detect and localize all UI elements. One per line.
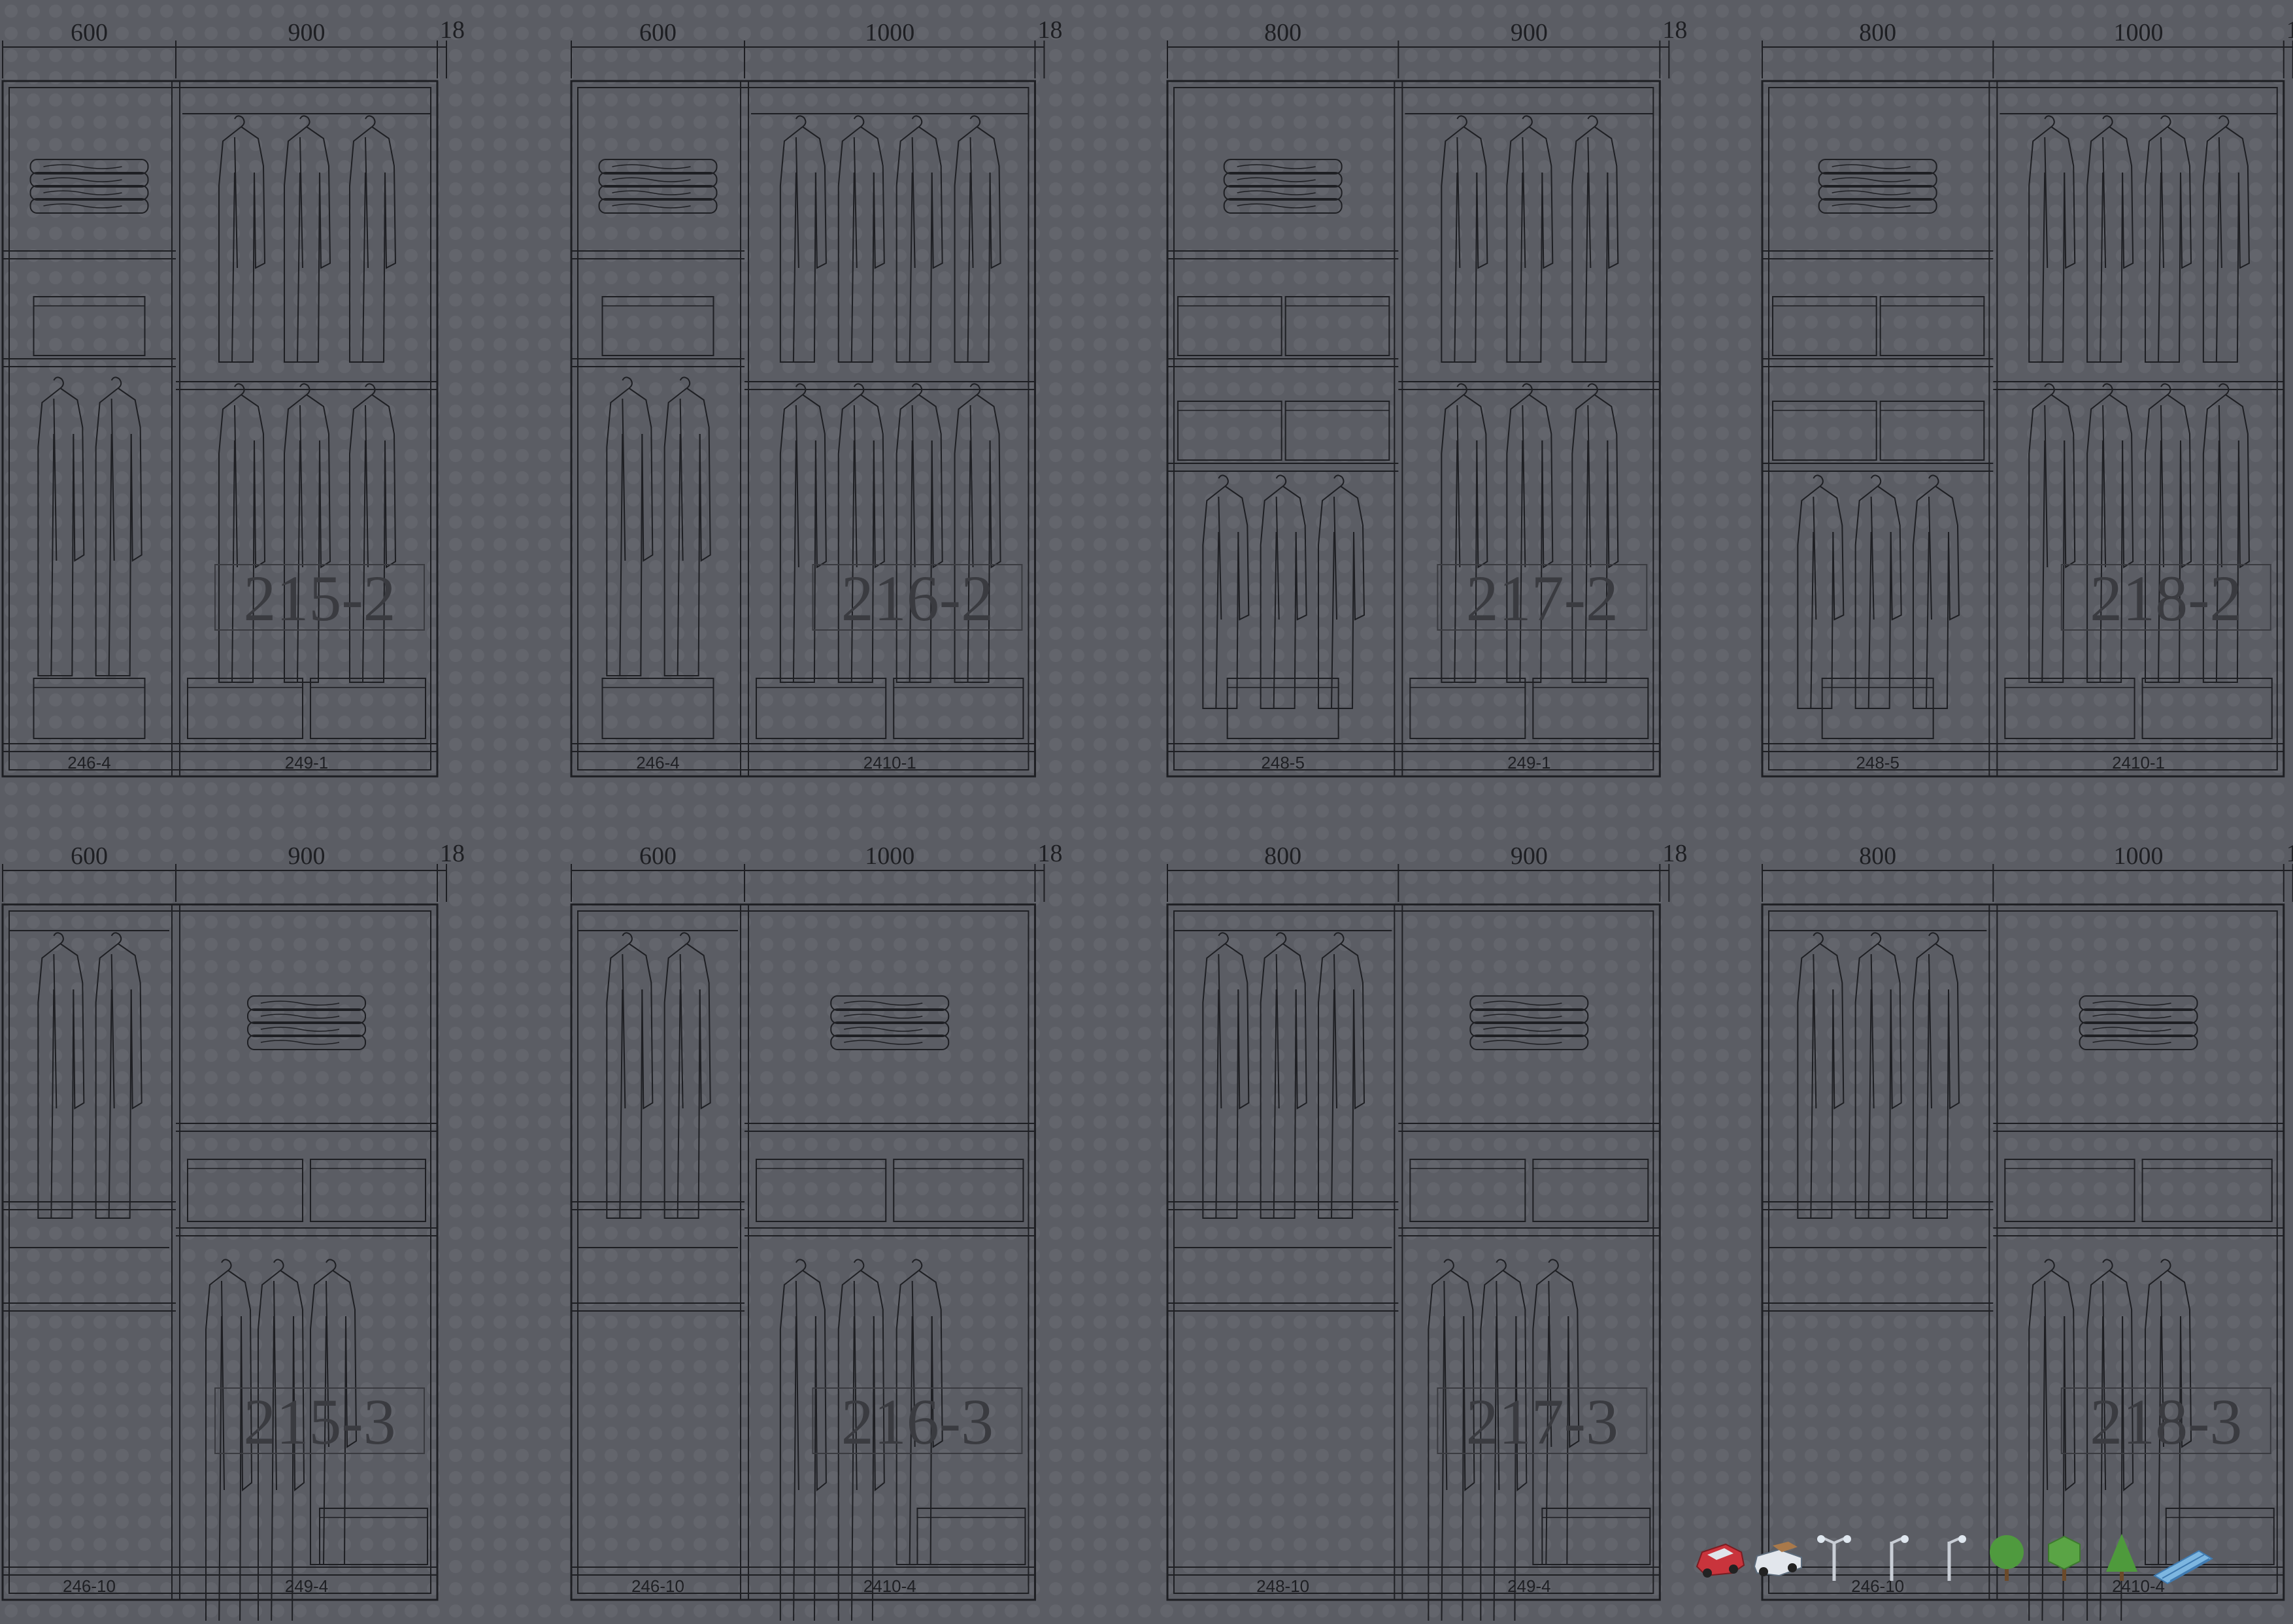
right-width-dimension: 1000: [2114, 19, 2164, 46]
left-width-dimension: 600: [71, 842, 108, 870]
model-label: 215-3: [214, 1385, 425, 1458]
left-width-dimension: 600: [639, 842, 677, 870]
model-label: 216-2: [812, 562, 1023, 635]
left-width-dimension: 800: [1264, 19, 1301, 46]
left-section-code: 246-4: [67, 753, 111, 772]
model-number: 216-3: [841, 1385, 994, 1458]
right-section-code: 249-4: [1507, 1576, 1551, 1596]
model-label: 217-3: [1437, 1385, 1648, 1458]
panel-thickness-dimension: 18: [2286, 16, 2293, 44]
left-width-dimension: 800: [1859, 19, 1896, 46]
model-number: 217-2: [1466, 562, 1618, 635]
right-section-code: 2410-4: [863, 1576, 916, 1596]
right-section-code: 249-4: [285, 1576, 329, 1596]
right-width-dimension: 900: [1511, 19, 1548, 46]
panel-thickness-dimension: 18: [1662, 840, 1687, 867]
left-section-code: 246-10: [1851, 1576, 1904, 1596]
left-width-dimension: 800: [1859, 842, 1896, 870]
panel-thickness-dimension: 18: [1662, 16, 1687, 44]
model-number: 215-2: [243, 562, 395, 635]
panel-thickness-dimension: 18: [440, 840, 465, 867]
right-width-dimension: 900: [288, 842, 326, 870]
left-section-code: 246-4: [636, 753, 680, 772]
model-label: 217-2: [1437, 562, 1648, 635]
left-section-code: 248-5: [1261, 753, 1305, 772]
panel-thickness-dimension: 18: [1037, 840, 1062, 867]
wardrobe-elevation-sheet: 600 900 18 246-4 249-1 215-2 600 1000 18 246-4 241…: [0, 0, 2293, 1624]
left-width-dimension: 600: [639, 19, 677, 46]
right-width-dimension: 1000: [2114, 842, 2164, 870]
panel-thickness-dimension: 18: [2286, 840, 2293, 867]
left-section-code: 246-10: [63, 1576, 116, 1596]
left-section-code: 248-5: [1856, 753, 1900, 772]
left-section-code: 248-10: [1256, 1576, 1309, 1596]
right-section-code: 249-1: [1507, 753, 1551, 772]
model-number: 218-2: [2090, 562, 2242, 635]
right-width-dimension: 1000: [865, 19, 914, 46]
left-width-dimension: 600: [71, 19, 108, 46]
model-number: 216-2: [841, 562, 994, 635]
model-number: 218-3: [2090, 1385, 2242, 1458]
right-section-code: 2410-1: [2112, 753, 2165, 772]
right-width-dimension: 1000: [865, 842, 914, 870]
right-section-code: 2410-1: [863, 753, 916, 772]
model-number: 215-3: [243, 1385, 395, 1458]
right-width-dimension: 900: [288, 19, 326, 46]
model-label: 215-2: [214, 562, 425, 635]
model-label: 218-3: [2060, 1385, 2271, 1458]
model-number: 217-3: [1466, 1385, 1618, 1458]
drawing-canvas: 600 900 18 246-4 249-1 215-2 600 1000 18 246-4 241…: [0, 0, 2293, 1624]
right-section-code: 249-1: [285, 753, 329, 772]
left-section-code: 246-10: [631, 1576, 684, 1596]
panel-thickness-dimension: 18: [1037, 16, 1062, 44]
left-width-dimension: 800: [1264, 842, 1301, 870]
panel-thickness-dimension: 18: [440, 16, 465, 44]
model-label: 216-3: [812, 1385, 1023, 1458]
model-label: 218-2: [2060, 562, 2271, 635]
right-width-dimension: 900: [1511, 842, 1548, 870]
